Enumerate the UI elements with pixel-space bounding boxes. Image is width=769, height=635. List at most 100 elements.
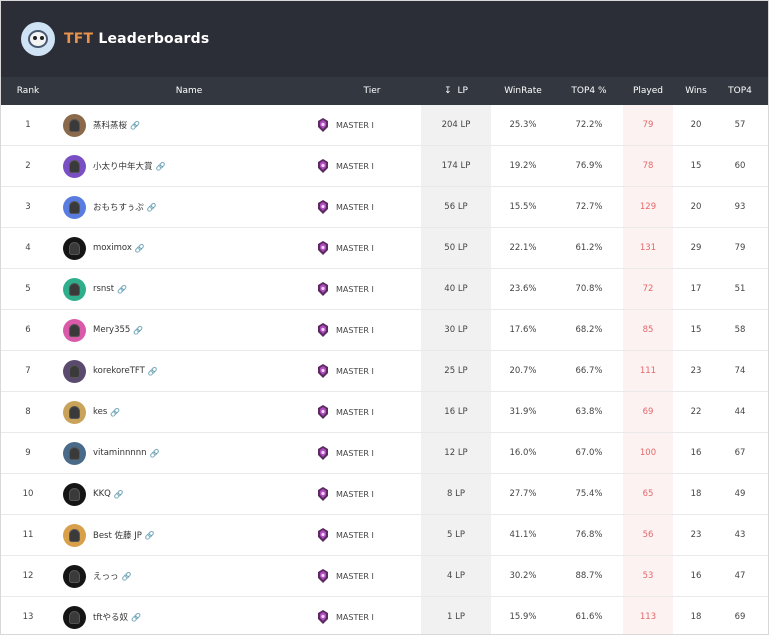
tier-cell: MASTER I xyxy=(318,200,421,214)
winrate-cell: 20.7% xyxy=(509,366,537,376)
player-name[interactable]: Best 佐藤 JP xyxy=(93,529,142,541)
table-row[interactable]: 12 えっっ 🔗 MASTER I 4 LP 30.2% 88.7% 53 16 47 xyxy=(1,556,768,597)
top4-pct-cell: 76.8% xyxy=(575,530,603,540)
tier-label: MASTER I xyxy=(336,612,374,622)
table-row[interactable]: 2 小太り中年大賞 🔗 MASTER I 174 LP 19.2% 76.9% 78 15 60 xyxy=(1,146,768,187)
table-row[interactable]: 7 korekoreTFT 🔗 MASTER I 25 LP 20.7% 66.7% 111 2… xyxy=(1,351,768,392)
wins-cell: 17 xyxy=(690,284,702,294)
link-icon[interactable]: 🔗 xyxy=(122,572,132,581)
link-icon[interactable]: 🔗 xyxy=(135,244,145,253)
player-cell[interactable]: Mery355 🔗 xyxy=(55,318,323,342)
link-icon[interactable]: 🔗 xyxy=(117,285,127,294)
player-cell[interactable]: tftやる奴 🔗 xyxy=(55,605,323,629)
wins-cell: 16 xyxy=(690,571,702,581)
player-cell[interactable]: rsnst 🔗 xyxy=(55,277,323,301)
column-header-top4[interactable]: TOP4 xyxy=(719,86,761,96)
lp-cell: 50 LP xyxy=(421,228,491,268)
link-icon[interactable]: 🔗 xyxy=(131,613,141,622)
player-name[interactable]: moximox xyxy=(93,243,132,253)
player-name[interactable]: KKQ xyxy=(93,489,111,499)
top4-pct-cell: 88.7% xyxy=(575,571,603,581)
winrate-cell: 15.5% xyxy=(509,202,537,212)
table-row[interactable]: 4 moximox 🔗 MASTER I 50 LP 22.1% 61.2% 131 29 79 xyxy=(1,228,768,269)
leaderboard-table-body: 1 蒸科蒸桜 🔗 MASTER I 204 LP 25.3% 72.2% 79 20 57 2 小太り… xyxy=(1,105,768,634)
table-row[interactable]: 3 おもちすぅぷ 🔗 MASTER I 56 LP 15.5% 72.7% 129 20 93 xyxy=(1,187,768,228)
wins-cell: 23 xyxy=(690,366,702,376)
link-icon[interactable]: 🔗 xyxy=(150,449,160,458)
player-name[interactable]: kes xyxy=(93,407,107,417)
played-cell: 111 xyxy=(623,351,673,391)
player-name[interactable]: 小太り中年大賞 xyxy=(93,160,153,172)
column-header-wins[interactable]: Wins xyxy=(673,86,719,96)
column-header-tier[interactable]: Tier xyxy=(323,86,421,96)
wins-cell: 29 xyxy=(690,243,702,253)
player-cell[interactable]: えっっ 🔗 xyxy=(55,564,323,588)
lp-cell: 5 LP xyxy=(421,515,491,555)
avatar xyxy=(63,400,86,424)
played-cell: 131 xyxy=(623,228,673,268)
tier-label: MASTER I xyxy=(336,366,374,376)
link-icon[interactable]: 🔗 xyxy=(156,162,166,171)
table-row[interactable]: 13 tftやる奴 🔗 MASTER I 1 LP 15.9% 61.6% 113 18 69 xyxy=(1,597,768,634)
player-name[interactable]: 蒸科蒸桜 xyxy=(93,119,127,131)
player-cell[interactable]: moximox 🔗 xyxy=(55,236,323,260)
lp-cell: 204 LP xyxy=(421,105,491,145)
table-row[interactable]: 5 rsnst 🔗 MASTER I 40 LP 23.6% 70.8% 72 17 51 xyxy=(1,269,768,310)
played-cell: 72 xyxy=(623,269,673,309)
player-cell[interactable]: 蒸科蒸桜 🔗 xyxy=(55,113,323,137)
player-name[interactable]: tftやる奴 xyxy=(93,611,128,623)
master-tier-icon xyxy=(317,118,329,132)
player-cell[interactable]: 小太り中年大賞 🔗 xyxy=(55,154,323,178)
top4-pct-cell: 61.6% xyxy=(575,612,603,622)
link-icon[interactable]: 🔗 xyxy=(114,490,124,499)
app-header: TFT Leaderboards xyxy=(1,1,768,77)
column-header-played[interactable]: Played xyxy=(623,86,673,96)
master-tier-icon xyxy=(317,241,329,255)
link-icon[interactable]: 🔗 xyxy=(148,367,158,376)
player-name[interactable]: おもちすぅぷ xyxy=(93,201,144,213)
top4-cell: 67 xyxy=(734,448,746,458)
tier-label: MASTER I xyxy=(336,325,374,335)
link-icon[interactable]: 🔗 xyxy=(147,203,157,212)
column-header-lp[interactable]: ↧ LP xyxy=(421,86,491,96)
table-row[interactable]: 9 vitaminnnnn 🔗 MASTER I 12 LP 16.0% 67.0% 100 1… xyxy=(1,433,768,474)
player-cell[interactable]: KKQ 🔗 xyxy=(55,482,323,506)
player-name[interactable]: Mery355 xyxy=(93,325,130,335)
penguin-mascot-icon[interactable] xyxy=(21,22,55,56)
wins-cell: 16 xyxy=(690,448,702,458)
column-header-winrate[interactable]: WinRate xyxy=(491,86,555,96)
top4-pct-cell: 67.0% xyxy=(575,448,603,458)
played-cell: 56 xyxy=(623,515,673,555)
player-name[interactable]: korekoreTFT xyxy=(93,366,145,376)
column-header-rank[interactable]: Rank xyxy=(1,86,55,96)
player-name[interactable]: えっっ xyxy=(93,570,119,582)
column-header-top4-pct[interactable]: TOP4 % xyxy=(555,86,623,96)
tier-label: MASTER I xyxy=(336,120,374,130)
rank-cell: 4 xyxy=(25,243,31,253)
link-icon[interactable]: 🔗 xyxy=(133,326,143,335)
table-row[interactable]: 8 kes 🔗 MASTER I 16 LP 31.9% 63.8% 69 22 44 xyxy=(1,392,768,433)
player-cell[interactable]: Best 佐藤 JP 🔗 xyxy=(55,523,323,547)
table-header: Rank Name Tier ↧ LP WinRate TOP4 % Played… xyxy=(1,77,768,105)
player-name[interactable]: vitaminnnnn xyxy=(93,448,147,458)
wins-cell: 22 xyxy=(690,407,702,417)
player-cell[interactable]: korekoreTFT 🔗 xyxy=(55,359,323,383)
player-cell[interactable]: kes 🔗 xyxy=(55,400,323,424)
table-row[interactable]: 6 Mery355 🔗 MASTER I 30 LP 17.6% 68.2% 85 15 58 xyxy=(1,310,768,351)
link-icon[interactable]: 🔗 xyxy=(110,408,120,417)
link-icon[interactable]: 🔗 xyxy=(130,121,140,130)
link-icon[interactable]: 🔗 xyxy=(145,531,155,540)
table-row[interactable]: 10 KKQ 🔗 MASTER I 8 LP 27.7% 75.4% 65 18 49 xyxy=(1,474,768,515)
rank-cell: 8 xyxy=(25,407,31,417)
player-cell[interactable]: vitaminnnnn 🔗 xyxy=(55,441,323,465)
column-header-name[interactable]: Name xyxy=(55,86,323,96)
lp-cell: 4 LP xyxy=(421,556,491,596)
player-name[interactable]: rsnst xyxy=(93,284,114,294)
top4-pct-cell: 76.9% xyxy=(575,161,603,171)
player-cell[interactable]: おもちすぅぷ 🔗 xyxy=(55,195,323,219)
table-row[interactable]: 1 蒸科蒸桜 🔗 MASTER I 204 LP 25.3% 72.2% 79 20 57 xyxy=(1,105,768,146)
table-row[interactable]: 11 Best 佐藤 JP 🔗 MASTER I 5 LP 41.1% 76.8% 56 23 4… xyxy=(1,515,768,556)
winrate-cell: 25.3% xyxy=(509,120,537,130)
tier-cell: MASTER I xyxy=(318,282,421,296)
tier-cell: MASTER I xyxy=(318,241,421,255)
